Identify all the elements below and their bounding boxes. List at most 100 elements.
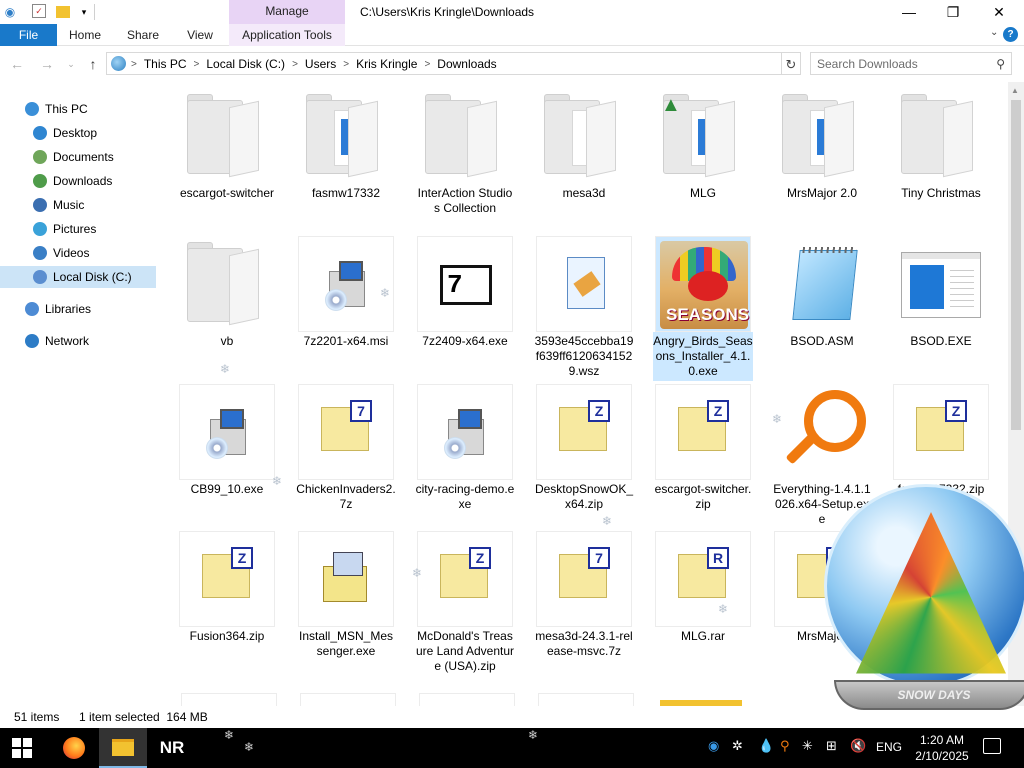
- notification-icon[interactable]: [983, 738, 1001, 754]
- file-name: CB99_10.exe: [190, 482, 264, 496]
- file-item[interactable]: Tiny Christmas: [891, 88, 991, 203]
- file-item[interactable]: 7 7z2409-x64.exe: [415, 236, 515, 351]
- file-name: 7z2201-x64.msi: [303, 334, 389, 348]
- file-name: city-racing-demo.exe: [415, 482, 515, 511]
- volume-mute-icon[interactable]: 🔇: [850, 738, 866, 754]
- file-item[interactable]: 3593e45ccebba19f639ff61206341529.wsz: [534, 236, 634, 381]
- file-item[interactable]: vb: [177, 236, 277, 351]
- file-name: MLG: [689, 186, 716, 200]
- installer-icon: [298, 236, 394, 332]
- tab-share[interactable]: Share: [120, 24, 166, 46]
- properties-icon[interactable]: ✓: [32, 4, 46, 18]
- file-item[interactable]: Z escargot-switcher.zip: [653, 384, 753, 514]
- settings-tray-icon[interactable]: ✲: [732, 738, 743, 754]
- sidebar-item-network[interactable]: Network: [0, 330, 156, 352]
- archive-icon: Z: [536, 384, 632, 480]
- crumb-local-disk[interactable]: Local Disk (C:): [206, 57, 285, 71]
- sidebar-item-desktop[interactable]: Desktop: [0, 122, 156, 144]
- minimize-button[interactable]: —: [886, 0, 932, 24]
- search-everything-icon[interactable]: ⚲: [780, 738, 790, 754]
- file-item[interactable]: BSOD.ASM: [772, 236, 872, 351]
- up-button[interactable]: ↑: [84, 55, 102, 73]
- file-item[interactable]: CB99_10.exe: [177, 384, 277, 499]
- droplet-icon[interactable]: 💧: [758, 738, 774, 754]
- address-bar[interactable]: > This PC > Local Disk (C:) > Users > Kr…: [106, 52, 881, 75]
- tab-file[interactable]: File: [0, 24, 57, 46]
- tab-view[interactable]: View: [178, 24, 222, 46]
- search-icon[interactable]: ⚲: [996, 57, 1005, 71]
- sidebar-item-downloads[interactable]: Downloads: [0, 170, 156, 192]
- sidebar-item-local-disk[interactable]: Local Disk (C:): [0, 266, 156, 288]
- file-item[interactable]: 7 ChickenInvaders2.7z: [296, 384, 396, 514]
- file-item[interactable]: BSOD.EXE: [891, 236, 991, 351]
- file-item[interactable]: fasmw17332: [296, 88, 396, 203]
- file-item[interactable]: [181, 693, 277, 706]
- snowflake-icon: ❄: [528, 728, 539, 742]
- msn-installer-icon: [298, 531, 394, 627]
- skin-file-icon: [536, 236, 632, 332]
- sidebar-item-libraries[interactable]: Libraries: [0, 298, 156, 320]
- folder-icon: [298, 88, 394, 184]
- language-indicator[interactable]: ENG: [876, 740, 902, 754]
- breadcrumb: > This PC > Local Disk (C:) > Users > Kr…: [131, 57, 497, 71]
- back-button[interactable]: ←: [8, 55, 26, 73]
- crumb-users[interactable]: Users: [305, 57, 336, 71]
- crumb-downloads[interactable]: Downloads: [437, 57, 496, 71]
- file-item[interactable]: Z fasmw17332.zip: [891, 384, 991, 499]
- file-item[interactable]: Z Fusion364.zip: [177, 531, 277, 646]
- search-input[interactable]: [817, 56, 987, 72]
- chevron-right-icon[interactable]: >: [292, 59, 298, 70]
- sidebar-item-pictures[interactable]: Pictures: [0, 218, 156, 240]
- clock[interactable]: 1:20 AM 2/10/2025: [912, 732, 972, 764]
- new-folder-icon[interactable]: [56, 6, 70, 18]
- tab-application-tools[interactable]: Application Tools: [229, 24, 345, 46]
- start-button[interactable]: [12, 738, 32, 758]
- file-item[interactable]: SEASONS Angry_Birds_Seasons_Installer_4.…: [653, 236, 753, 381]
- file-item[interactable]: [419, 693, 515, 706]
- file-item[interactable]: Z DesktopSnowOK_x64.zip: [534, 384, 634, 514]
- chevron-right-icon[interactable]: >: [194, 59, 200, 70]
- address-row: ← → ⌄ ↑ > This PC > Local Disk (C:) > Us…: [0, 47, 1024, 81]
- maximize-button[interactable]: ❐: [930, 0, 976, 24]
- file-item[interactable]: [300, 693, 396, 706]
- file-item[interactable]: [538, 693, 634, 706]
- selection-info: 1 item selected 164 MB: [79, 710, 208, 724]
- recent-locations-icon[interactable]: ⌄: [62, 55, 80, 73]
- crumb-this-pc[interactable]: This PC: [144, 57, 187, 71]
- taskbar-file-explorer[interactable]: [99, 728, 147, 768]
- network-tray-icon[interactable]: ⊞: [826, 738, 837, 754]
- forward-button[interactable]: →: [38, 55, 56, 73]
- sidebar-item-music[interactable]: Music: [0, 194, 156, 216]
- file-item[interactable]: 7 mesa3d-24.3.1-release-msvc.7z: [534, 531, 634, 661]
- tab-home[interactable]: Home: [62, 24, 108, 46]
- file-item[interactable]: escargot-switcher: [177, 88, 277, 203]
- file-item[interactable]: mesa3d: [534, 88, 634, 203]
- refresh-button[interactable]: ↻: [781, 52, 801, 75]
- file-item[interactable]: MrsMajor 2.0: [772, 88, 872, 203]
- close-button[interactable]: ✕: [976, 0, 1022, 24]
- crumb-kris-kringle[interactable]: Kris Kringle: [356, 57, 417, 71]
- sidebar-item-this-pc[interactable]: This PC: [0, 98, 156, 120]
- sidebar-item-videos[interactable]: Videos: [0, 242, 156, 264]
- chevron-right-icon[interactable]: >: [424, 59, 430, 70]
- file-item[interactable]: city-racing-demo.exe: [415, 384, 515, 514]
- file-item[interactable]: InterAction Studios Collection: [415, 88, 515, 218]
- help-icon[interactable]: ?: [1003, 27, 1018, 42]
- file-item[interactable]: Install_MSN_Messenger.exe: [296, 531, 396, 661]
- scrollbar-thumb[interactable]: [1011, 100, 1021, 430]
- archive-icon: Z: [417, 531, 513, 627]
- taskbar-firefox[interactable]: [50, 728, 98, 768]
- search-box[interactable]: ⚲: [810, 52, 1012, 75]
- snowflake-tray-icon[interactable]: ✳: [802, 738, 813, 754]
- file-item[interactable]: Z McDonald's Treasure Land Adventure (US…: [415, 531, 515, 676]
- taskbar-nr[interactable]: NR: [148, 728, 196, 768]
- expand-ribbon-icon[interactable]: ⌄: [990, 27, 998, 38]
- magnifier-icon: [774, 384, 870, 480]
- chevron-right-icon[interactable]: >: [343, 59, 349, 70]
- file-item[interactable]: R MLG.rar: [653, 531, 753, 646]
- sidebar-item-documents[interactable]: Documents: [0, 146, 156, 168]
- file-item[interactable]: ▲ MLG: [653, 88, 753, 203]
- scroll-up-icon[interactable]: ▲: [1011, 86, 1019, 95]
- customize-toolbar-icon[interactable]: ▾: [76, 4, 92, 20]
- browser-tray-icon[interactable]: ◉: [708, 738, 719, 754]
